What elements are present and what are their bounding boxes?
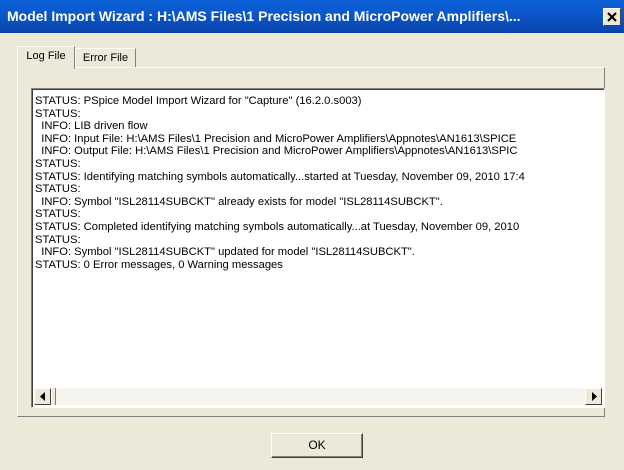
log-line: INFO: Input File: H:\AMS Files\1 Precisi… bbox=[35, 132, 517, 145]
log-line: INFO: Symbol "ISL28114SUBCKT" updated fo… bbox=[35, 246, 415, 259]
model-import-wizard-window: Model Import Wizard : H:\AMS Files\1 Pre… bbox=[0, 0, 624, 470]
scroll-right-button[interactable] bbox=[585, 388, 602, 405]
scroll-thumb[interactable] bbox=[51, 388, 56, 405]
log-content: STATUS: PSpice Model Import Wizard for "… bbox=[35, 95, 600, 385]
arrow-right-icon bbox=[592, 392, 597, 401]
log-line: INFO: Symbol "ISL28114SUBCKT" already ex… bbox=[35, 195, 443, 208]
window-title: Model Import Wizard : H:\AMS Files\1 Pre… bbox=[7, 8, 521, 24]
log-textarea[interactable]: STATUS: PSpice Model Import Wizard for "… bbox=[31, 88, 605, 408]
log-line: STATUS: PSpice Model Import Wizard for "… bbox=[35, 95, 362, 107]
horizontal-scrollbar[interactable] bbox=[34, 388, 602, 405]
log-line: STATUS: bbox=[35, 107, 81, 120]
log-line: STATUS: 0 Error messages, 0 Warning mess… bbox=[35, 258, 283, 271]
log-line: STATUS: Completed identifying matching s… bbox=[35, 220, 520, 233]
log-line: STATUS: bbox=[35, 208, 81, 221]
tab-error-file[interactable]: Error File bbox=[75, 48, 136, 68]
tab-log-file[interactable]: Log File bbox=[17, 46, 75, 69]
log-line: STATUS: bbox=[35, 157, 81, 170]
close-button[interactable] bbox=[603, 8, 621, 26]
log-line: STATUS: bbox=[35, 183, 81, 196]
title-bar[interactable]: Model Import Wizard : H:\AMS Files\1 Pre… bbox=[0, 0, 624, 33]
log-line: INFO: Output File: H:\AMS Files\1 Precis… bbox=[35, 145, 518, 158]
log-line: INFO: LIB driven flow bbox=[35, 120, 148, 133]
close-icon bbox=[607, 12, 617, 22]
log-line: STATUS: bbox=[35, 233, 81, 246]
scroll-left-button[interactable] bbox=[34, 388, 51, 405]
arrow-left-icon bbox=[40, 392, 45, 401]
ok-button[interactable]: OK bbox=[271, 433, 363, 458]
log-line: STATUS: Identifying matching symbols aut… bbox=[35, 170, 525, 183]
